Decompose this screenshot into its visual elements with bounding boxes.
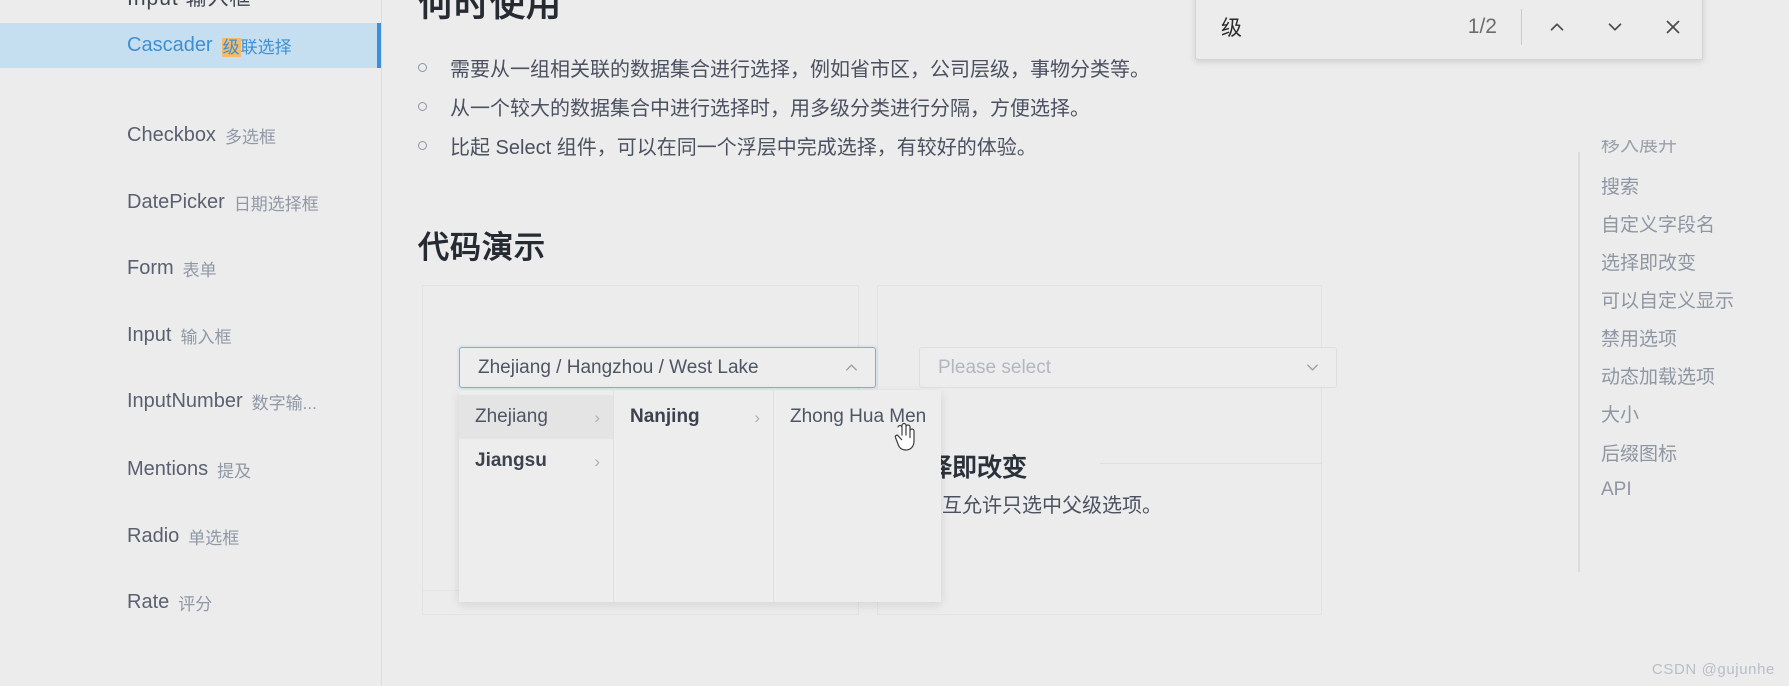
- sidebar-item-label: Form: [127, 257, 174, 279]
- anchor-item-label: 大小: [1601, 404, 1640, 426]
- list-item-text: 需要从一组相关联的数据集合进行选择，例如省市区，公司层级，事物分类等。: [450, 59, 1150, 81]
- find-divider: [1521, 8, 1522, 45]
- cascader-dropdown: Zhejiang › Jiangsu › Nanjing › Zhong Hua…: [459, 390, 941, 602]
- anchor-item-disabled-option[interactable]: 禁用选项: [1601, 318, 1789, 356]
- anchor-item-label: API: [1601, 479, 1632, 500]
- cascader-column-1: Zhejiang › Jiangsu ›: [459, 390, 614, 602]
- select-input[interactable]: Please select: [919, 347, 1337, 388]
- chevron-down-icon: [1302, 358, 1322, 378]
- anchor-rail: [1578, 152, 1580, 572]
- anchor-item-api[interactable]: API: [1601, 471, 1789, 509]
- sidebar-item-label-cn: 多选框: [224, 128, 276, 147]
- watermark: CSDN @gujunhe: [1651, 661, 1775, 678]
- find-input[interactable]: 级: [1221, 12, 1468, 42]
- cascader-value: Zhejiang / Hangzhou / West Lake: [478, 356, 759, 378]
- anchor-item-label: 选择即改变: [1601, 252, 1697, 274]
- cascader-option-label: Zhejiang: [475, 406, 548, 427]
- sidebar-item-label: InputNumber: [127, 390, 243, 412]
- anchor-item-suffix-icon[interactable]: 后缀图标: [1601, 433, 1789, 471]
- sidebar-item-label: Checkbox: [127, 124, 216, 146]
- cascader-option-label: Zhong Hua Men: [790, 406, 927, 427]
- right-anchor-nav: 移入展开 搜索 自定义字段名 选择即改变 可以自定义显示 禁用选项 动态加载选项…: [1578, 0, 1789, 686]
- sidebar-item-label: Input: [127, 324, 172, 346]
- sidebar-item-inputnumber[interactable]: InputNumber 数字输...: [0, 379, 381, 424]
- select-placeholder-text: Please select: [938, 356, 1052, 378]
- sidebar-clipped-label: Input 输入框: [127, 0, 252, 12]
- find-next-button[interactable]: [1586, 0, 1644, 56]
- usage-bullet-list: 需要从一组相关联的数据集合进行选择，例如省市区，公司层级，事物分类等。 从一个较…: [418, 48, 1558, 165]
- sidebar-item-input[interactable]: Input 输入框: [0, 313, 381, 358]
- list-item-text: 从一个较大的数据集合中进行选择时，用多级分类进行分隔，方便选择。: [450, 98, 1090, 120]
- sidebar-item-label-cn: 单选框: [188, 529, 240, 548]
- find-previous-button[interactable]: [1528, 0, 1586, 56]
- anchor-item-label: 禁用选项: [1601, 328, 1678, 350]
- sidebar-item-label-cn: 表单: [182, 261, 217, 280]
- cascader-input[interactable]: Zhejiang / Hangzhou / West Lake: [459, 347, 876, 388]
- cascader-option-label: Jiangsu: [475, 450, 547, 471]
- app-root: Input 输入框 Cascader 级联选择 Checkbox 多选框 Dat…: [0, 0, 1789, 686]
- anchor-item-select-change[interactable]: 选择即改变: [1601, 242, 1789, 280]
- list-item: 比起 Select 组件，可以在同一个浮层中完成选择，有较好的体验。: [418, 126, 1558, 165]
- find-close-button[interactable]: [1644, 0, 1702, 56]
- search-highlight: 级: [221, 38, 241, 57]
- sidebar-item-label-cn: 输入框: [180, 328, 232, 347]
- cascader-option-nanjing[interactable]: Nanjing ›: [614, 395, 773, 439]
- sidebar-item-label-cn: 评分: [178, 595, 213, 614]
- cascader-option-jiangsu[interactable]: Jiangsu ›: [459, 439, 613, 483]
- list-item-text: 比起 Select 组件，可以在同一个浮层中完成选择，有较好的体验。: [450, 137, 1037, 159]
- anchor-item-label: 可以自定义显示: [1601, 290, 1735, 312]
- bullet-circle-icon: [418, 141, 427, 150]
- cascader-column-3: Zhong Hua Men: [774, 390, 941, 602]
- cascader-option-zhonghuamen[interactable]: Zhong Hua Men: [774, 395, 941, 439]
- anchor-item-label: 搜索: [1601, 176, 1640, 198]
- chevron-up-icon: [841, 358, 861, 378]
- anchor-item-search[interactable]: 搜索: [1601, 166, 1789, 204]
- cascader-column-2: Nanjing ›: [614, 390, 774, 602]
- bullet-circle-icon: [418, 63, 427, 72]
- sidebar-item-form[interactable]: Form 表单: [0, 246, 381, 291]
- sidebar-item-label-cn: 提及: [217, 462, 252, 481]
- anchor-item-label: 动态加载选项: [1601, 366, 1716, 388]
- sidebar-item-datepicker[interactable]: DatePicker 日期选择框: [0, 180, 381, 225]
- anchor-item-label: 自定义字段名: [1601, 214, 1716, 236]
- find-match-count: 1/2: [1467, 14, 1497, 38]
- section-title-code-demo: 代码演示: [418, 230, 546, 265]
- sidebar-item-label-cn: 日期选择框: [233, 195, 319, 214]
- anchor-item-label: 后缀图标: [1601, 443, 1678, 465]
- cascader-option-zhejiang[interactable]: Zhejiang ›: [459, 395, 613, 439]
- sidebar-item-radio[interactable]: Radio 单选框: [0, 514, 381, 559]
- sidebar-item-mentions[interactable]: Mentions 提及: [0, 447, 381, 492]
- sidebar-item-label-cn-rest: 联选择: [240, 38, 292, 57]
- sidebar-item-label: Rate: [127, 591, 170, 613]
- cascader-option-label: Nanjing: [630, 406, 700, 427]
- list-item: 从一个较大的数据集合中进行选择时，用多级分类进行分隔，方便选择。: [418, 87, 1558, 126]
- anchor-item-size[interactable]: 大小: [1601, 394, 1789, 432]
- chevron-right-icon: ›: [594, 451, 600, 471]
- anchor-item-custom-display[interactable]: 可以自定义显示: [1601, 280, 1789, 318]
- sidebar-item-checkbox[interactable]: Checkbox 多选框: [0, 113, 381, 158]
- chevron-right-icon: ›: [594, 407, 600, 427]
- anchor-item-custom-field-name[interactable]: 自定义字段名: [1601, 204, 1789, 242]
- sidebar-item-label-cn: 级联选择: [221, 33, 292, 58]
- sidebar-item-label: DatePicker: [127, 191, 225, 213]
- sidebar-item-label: Cascader: [127, 34, 213, 56]
- sidebar-item-label-cn: 数字输...: [251, 394, 317, 413]
- main-content: 何时使用 需要从一组相关联的数据集合进行选择，例如省市区，公司层级，事物分类等。…: [382, 0, 1578, 686]
- left-sidebar: Input 输入框 Cascader 级联选择 Checkbox 多选框 Dat…: [0, 0, 382, 686]
- anchor-item-clipped[interactable]: 移入展开: [1601, 140, 1789, 162]
- bullet-circle-icon: [418, 102, 427, 111]
- sidebar-item-cascader[interactable]: Cascader 级联选择: [0, 23, 381, 68]
- section-description: 种交互允许只选中父级选项。: [902, 495, 1162, 517]
- sidebar-item-rate[interactable]: Rate 评分: [0, 580, 381, 625]
- page-title: 何时使用: [418, 0, 563, 24]
- sidebar-item-label: Radio: [127, 525, 180, 547]
- sidebar-item-label: Mentions: [127, 458, 209, 480]
- find-in-page-bar: 级 1/2: [1195, 0, 1703, 60]
- anchor-clipped-label: 移入展开: [1601, 140, 1678, 156]
- anchor-item-dynamic-load[interactable]: 动态加载选项: [1601, 356, 1789, 394]
- chevron-right-icon: ›: [754, 407, 760, 427]
- section-divider: [1100, 463, 1322, 464]
